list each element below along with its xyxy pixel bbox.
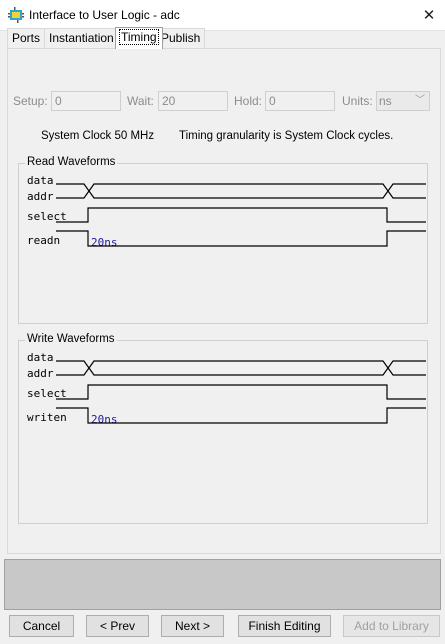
- write-waveforms-group: Write Waveforms: [18, 333, 428, 524]
- setup-label: Setup:: [13, 94, 48, 108]
- write-duration-label: 20ns: [91, 413, 118, 426]
- read-waveforms-title: Read Waveforms: [25, 156, 118, 168]
- tab-ports[interactable]: Ports: [7, 28, 46, 48]
- read-waveforms-group: Read Waveforms: [18, 156, 428, 324]
- units-value: ns: [379, 94, 392, 108]
- wait-label: Wait:: [127, 94, 154, 108]
- read-signal-readn: readn: [27, 234, 61, 247]
- status-area: [4, 559, 441, 610]
- clock-info: System Clock 50 MHz: [41, 130, 155, 142]
- chevron-down-icon: ﹀: [415, 95, 425, 106]
- add-to-library-button[interactable]: Add to Library: [343, 615, 440, 637]
- write-signal-select: select: [27, 387, 67, 400]
- hold-label: Hold:: [234, 94, 263, 108]
- close-button[interactable]: ✕: [413, 0, 445, 31]
- granularity-info: Timing granularity is System Clock cycle…: [179, 130, 394, 142]
- units-select[interactable]: ns ﹀: [376, 91, 430, 111]
- hold-field[interactable]: 0: [265, 91, 335, 111]
- setup-field[interactable]: 0: [51, 91, 121, 111]
- tab-label: Publish: [161, 31, 201, 45]
- write-signal-data: data: [27, 351, 54, 364]
- cancel-button[interactable]: Cancel: [9, 615, 74, 637]
- window-title: Interface to User Logic - adc: [29, 8, 180, 22]
- prev-button[interactable]: < Prev: [86, 615, 149, 637]
- read-signal-addr: addr: [27, 190, 54, 203]
- read-duration-label: 20ns: [91, 236, 118, 249]
- tab-label: Timing: [119, 29, 159, 45]
- read-signal-select: select: [27, 210, 67, 223]
- tab-timing[interactable]: Timing: [115, 27, 163, 49]
- write-signal-addr: addr: [27, 367, 54, 380]
- write-signal-writen: writen: [27, 411, 67, 424]
- read-signal-data: data: [27, 174, 54, 187]
- app-icon: [8, 7, 24, 23]
- close-icon: ✕: [422, 7, 436, 24]
- tab-publish[interactable]: Publish: [156, 28, 206, 48]
- tab-label: Ports: [12, 31, 41, 45]
- write-waveforms-title: Write Waveforms: [25, 333, 117, 345]
- units-label: Units:: [342, 94, 373, 108]
- wait-field[interactable]: 20: [158, 91, 228, 111]
- next-button[interactable]: Next >: [161, 615, 224, 637]
- finish-editing-button[interactable]: Finish Editing: [238, 615, 331, 637]
- title-bar: Interface to User Logic - adc ✕: [0, 0, 445, 31]
- tab-label: Instantiation: [49, 31, 114, 45]
- tab-instantiation[interactable]: Instantiation: [44, 28, 119, 48]
